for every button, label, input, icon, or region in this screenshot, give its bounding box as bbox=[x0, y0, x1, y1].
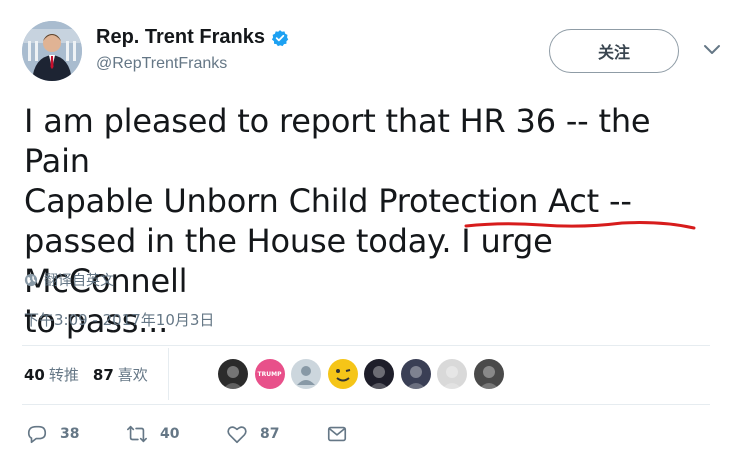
reply-icon[interactable] bbox=[26, 423, 48, 445]
like-count: 87 bbox=[260, 426, 280, 442]
tweet-line: Capable Unborn Child Protection Act -- bbox=[24, 182, 632, 220]
liker-avatar-5[interactable] bbox=[364, 359, 394, 389]
stats-separator bbox=[168, 348, 169, 400]
translate-label[interactable]: 翻译自英文 bbox=[44, 270, 114, 290]
author-avatar[interactable] bbox=[22, 21, 82, 81]
liker-avatar-2[interactable]: TRUMP bbox=[254, 359, 285, 389]
liker-avatar-4[interactable] bbox=[327, 359, 358, 389]
like-action[interactable]: 87 bbox=[226, 423, 326, 445]
globe-icon bbox=[24, 273, 38, 287]
liker-avatar-3[interactable] bbox=[291, 359, 321, 389]
tweet-actions: 38 40 87 bbox=[26, 423, 360, 445]
retweet-action[interactable]: 40 bbox=[126, 423, 226, 445]
liker-avatar-text: TRUMP bbox=[257, 370, 282, 378]
liker-avatar-6[interactable] bbox=[400, 359, 431, 389]
author-display-name[interactable]: Rep. Trent Franks bbox=[96, 26, 265, 49]
chevron-down-icon[interactable] bbox=[703, 44, 721, 56]
reply-count: 38 bbox=[60, 426, 80, 442]
reply-action[interactable]: 38 bbox=[26, 423, 126, 445]
retweet-icon[interactable] bbox=[126, 423, 148, 445]
author-handle[interactable]: @RepTrentFranks bbox=[96, 55, 227, 73]
liker-avatar-1[interactable] bbox=[218, 359, 248, 389]
tweet-timestamp[interactable]: 下午3:09 - 2017年10月3日 bbox=[24, 309, 214, 330]
red-underline-annotation bbox=[464, 221, 696, 230]
likes-label[interactable]: 喜欢 bbox=[118, 364, 148, 385]
divider bbox=[22, 345, 710, 346]
verified-badge-icon bbox=[271, 29, 289, 47]
message-action[interactable] bbox=[326, 423, 360, 445]
follow-button[interactable]: 关注 bbox=[549, 29, 679, 73]
envelope-icon[interactable] bbox=[326, 423, 348, 445]
liker-avatars: TRUMP bbox=[218, 359, 510, 389]
translate-link[interactable]: 翻译自英文 bbox=[24, 270, 114, 290]
retweets-count[interactable]: 40 bbox=[24, 366, 45, 384]
liker-avatar-8[interactable] bbox=[473, 359, 504, 389]
tweet-line: I am pleased to report that HR 36 -- the… bbox=[24, 102, 651, 180]
retweets-label[interactable]: 转推 bbox=[49, 364, 79, 385]
divider bbox=[22, 404, 710, 405]
heart-icon[interactable] bbox=[226, 423, 248, 445]
retweet-count: 40 bbox=[160, 426, 180, 442]
liker-avatar-7[interactable] bbox=[437, 359, 467, 389]
engagement-stats: 40 转推 87 喜欢 bbox=[24, 364, 162, 385]
likes-count[interactable]: 87 bbox=[93, 366, 114, 384]
